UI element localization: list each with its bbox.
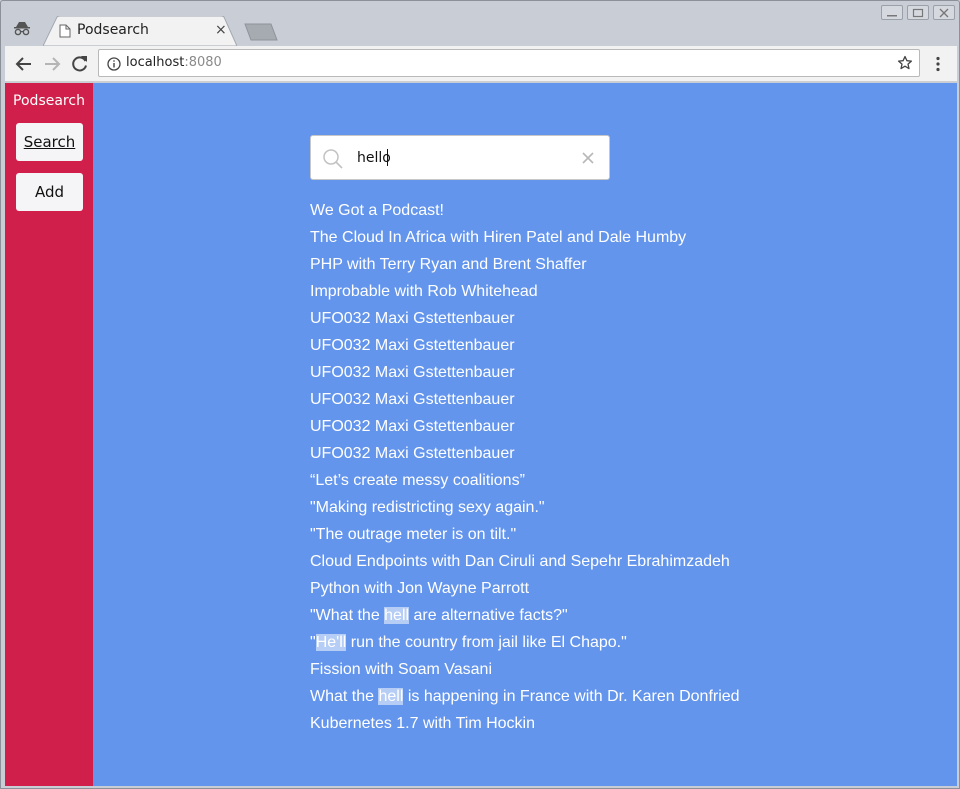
result-text: UFO032 Maxi Gstettenbauer [310, 310, 515, 327]
forward-arrow-icon[interactable] [42, 54, 62, 74]
close-icon[interactable] [581, 151, 595, 165]
result-text: "The outrage meter is on tilt." [310, 526, 517, 543]
result-text: PHP with Terry Ryan and Brent Shaffer [310, 256, 587, 273]
result-text: is happening in France with Dr. Karen Do… [403, 688, 740, 705]
result-text: " [310, 634, 316, 651]
page-content: Podsearch Search Add We Got a Podcast! Th… [5, 83, 957, 786]
result-item[interactable]: PHP with Terry Ryan and Brent Shaffer [310, 254, 740, 281]
url-port: :8080 [184, 55, 222, 70]
tab-close-icon[interactable]: × [215, 22, 227, 38]
result-text: UFO032 Maxi Gstettenbauer [310, 364, 515, 381]
result-item[interactable]: UFO032 Maxi Gstettenbauer [310, 389, 740, 416]
result-item[interactable]: Python with Jon Wayne Parrott [310, 578, 740, 605]
back-arrow-icon[interactable] [14, 54, 34, 74]
result-text: run the country from jail like El Chapo.… [346, 634, 627, 651]
sidebar: Podsearch Search Add [5, 83, 93, 786]
result-text: "Making redistricting sexy again." [310, 499, 545, 516]
incognito-icon [14, 22, 30, 36]
highlighted-match: He'll [315, 634, 347, 651]
address-bar[interactable]: localhost:8080 [98, 49, 920, 77]
result-item[interactable]: We Got a Podcast! [310, 200, 740, 227]
result-item[interactable]: "The outrage meter is on tilt." [310, 524, 740, 551]
result-text: We Got a Podcast! [310, 202, 444, 219]
maximize-button[interactable] [907, 5, 929, 20]
result-item[interactable]: UFO032 Maxi Gstettenbauer [310, 443, 740, 470]
sidebar-item-add[interactable]: Add [16, 173, 83, 211]
search-box [310, 135, 610, 180]
result-item[interactable]: Kubernetes 1.7 with Tim Hockin [310, 713, 740, 740]
result-item[interactable]: The Cloud In Africa with Hiren Patel and… [310, 227, 740, 254]
result-text: UFO032 Maxi Gstettenbauer [310, 337, 515, 354]
result-text: Python with Jon Wayne Parrott [310, 580, 530, 597]
page-icon [59, 24, 71, 38]
result-text: UFO032 Maxi Gstettenbauer [310, 418, 515, 435]
url-text: localhost:8080 [126, 55, 222, 70]
result-text: The Cloud In Africa with Hiren Patel and… [310, 229, 687, 246]
new-tab-button[interactable] [241, 23, 279, 41]
result-item[interactable]: "Making redistricting sexy again." [310, 497, 740, 524]
sidebar-item-label: Add [34, 183, 65, 201]
result-text: Improbable with Rob Whitehead [310, 283, 538, 300]
tab-title: Podsearch [77, 22, 149, 38]
result-text: Kubernetes 1.7 with Tim Hockin [310, 715, 535, 732]
result-text: Fission with Soam Vasani [310, 661, 492, 678]
result-text: "What the [310, 607, 385, 624]
close-window-button[interactable] [933, 5, 955, 20]
bookmark-star-icon[interactable] [897, 55, 913, 71]
result-item[interactable]: "What the hell are alternative facts?" [310, 605, 740, 632]
info-icon[interactable] [107, 57, 121, 71]
result-text: are alternative facts?" [409, 607, 568, 624]
results-list: We Got a Podcast! The Cloud In Africa wit… [310, 200, 740, 740]
result-text: UFO032 Maxi Gstettenbauer [310, 445, 515, 462]
brand-title: Podsearch [13, 93, 85, 109]
tab-strip: Podsearch × [1, 1, 960, 46]
highlighted-match: hell [378, 688, 404, 705]
reload-icon[interactable] [70, 54, 90, 74]
result-text: “Let’s create messy coalitions” [310, 472, 525, 489]
result-item[interactable]: UFO032 Maxi Gstettenbauer [310, 335, 740, 362]
browser-toolbar: localhost:8080 [5, 46, 957, 82]
result-text: Cloud Endpoints with Dan Ciruli and Sepe… [310, 553, 730, 570]
result-item[interactable]: "He'll run the country from jail like El… [310, 632, 740, 659]
minimize-icon [887, 15, 897, 17]
result-item[interactable]: “Let’s create messy coalitions” [310, 470, 740, 497]
result-item[interactable]: UFO032 Maxi Gstettenbauer [310, 362, 740, 389]
result-text: What the [310, 688, 379, 705]
sidebar-item-label: Search [23, 133, 76, 151]
close-window-icon [939, 8, 949, 18]
browser-window: Podsearch × localhost:8080 Podsearch Sea… [0, 0, 960, 789]
browser-menu-icon[interactable] [932, 56, 944, 72]
result-item[interactable]: What the hell is happening in France wit… [310, 686, 740, 713]
highlighted-match: hell [384, 607, 410, 624]
sidebar-item-search[interactable]: Search [16, 123, 83, 161]
result-item[interactable]: UFO032 Maxi Gstettenbauer [310, 308, 740, 335]
url-host: localhost [126, 55, 185, 70]
search-icon [323, 149, 343, 169]
maximize-icon [912, 8, 924, 18]
result-text: UFO032 Maxi Gstettenbauer [310, 391, 515, 408]
tab-podsearch[interactable]: Podsearch × [43, 16, 237, 46]
result-item[interactable]: Cloud Endpoints with Dan Ciruli and Sepe… [310, 551, 740, 578]
result-item[interactable]: Improbable with Rob Whitehead [310, 281, 740, 308]
text-caret [387, 149, 388, 166]
minimize-button[interactable] [881, 5, 903, 20]
result-item[interactable]: UFO032 Maxi Gstettenbauer [310, 416, 740, 443]
result-item[interactable]: Fission with Soam Vasani [310, 659, 740, 686]
